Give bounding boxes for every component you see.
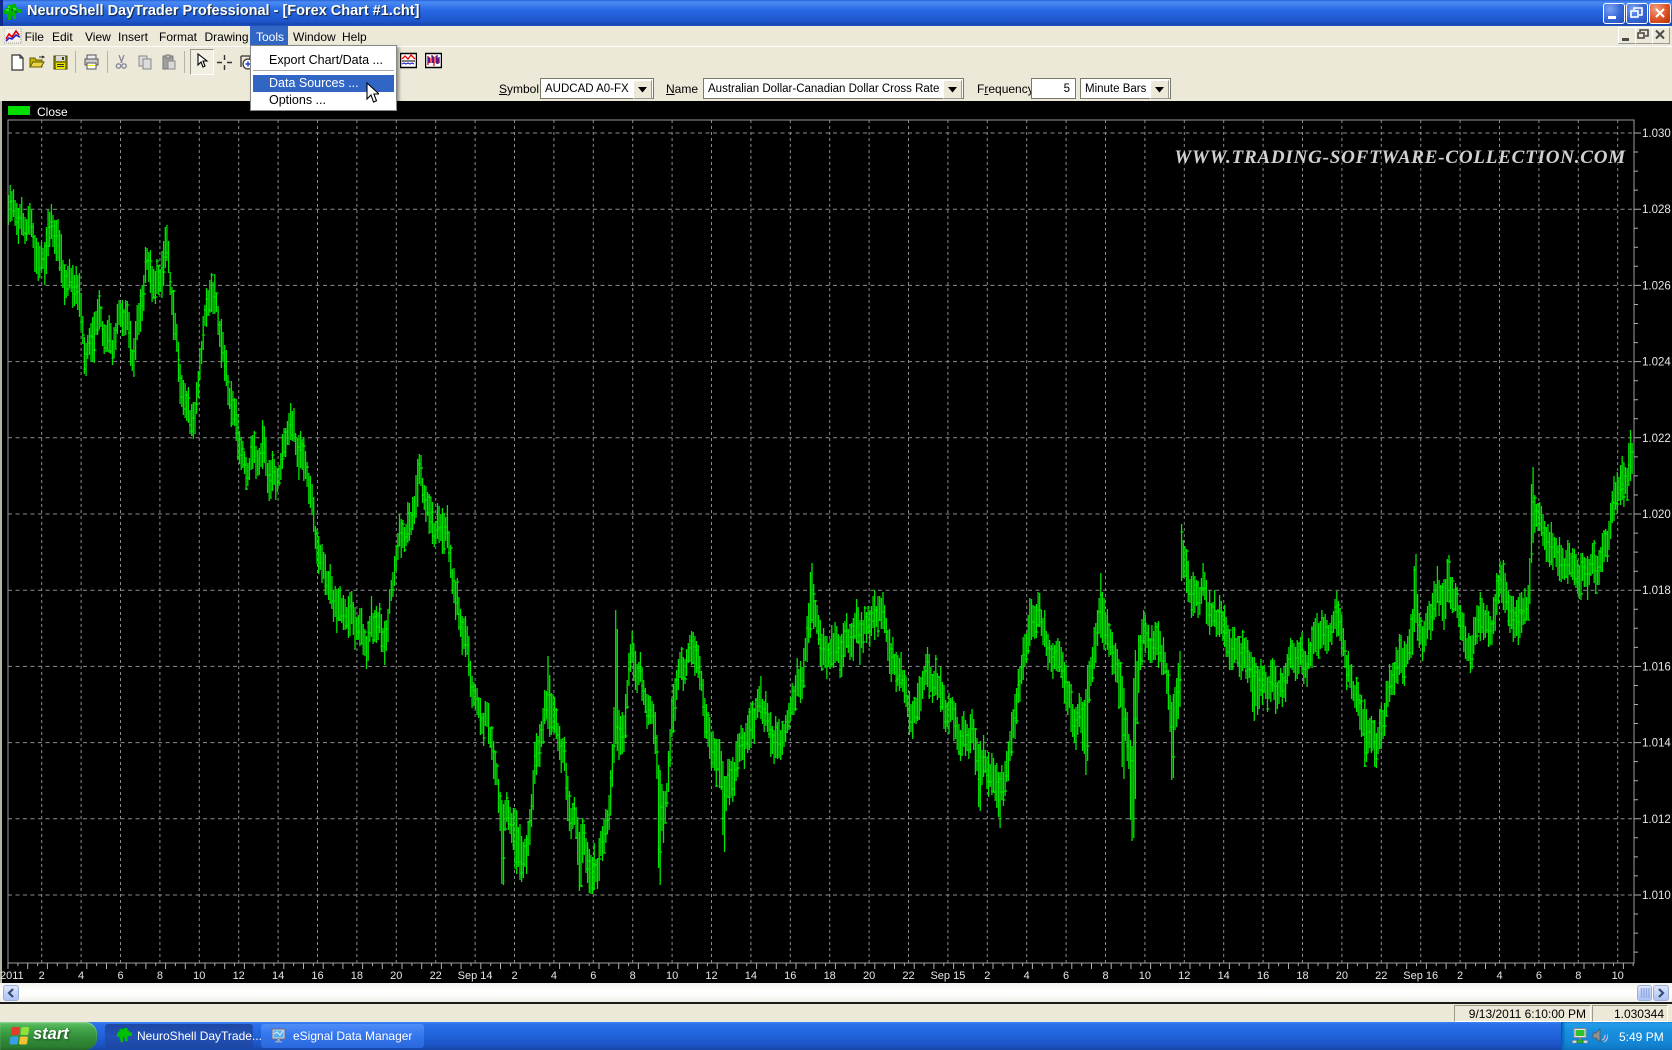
svg-text:2: 2 bbox=[39, 970, 45, 982]
svg-text:WWW.TRADING-SOFTWARE-COLLECTIO: WWW.TRADING-SOFTWARE-COLLECTION.COM bbox=[1174, 147, 1626, 168]
svg-text:8: 8 bbox=[157, 970, 163, 982]
svg-text:Close: Close bbox=[37, 105, 68, 119]
svg-text:22: 22 bbox=[1375, 970, 1387, 982]
svg-text:8: 8 bbox=[1102, 970, 1108, 982]
svg-text:1.022: 1.022 bbox=[1642, 433, 1671, 445]
svg-text:20: 20 bbox=[863, 970, 875, 982]
svg-text:2: 2 bbox=[511, 970, 517, 982]
svg-text:10: 10 bbox=[666, 970, 678, 982]
svg-text:6: 6 bbox=[1063, 970, 1069, 982]
svg-text:1.010: 1.010 bbox=[1642, 890, 1671, 902]
svg-text:4: 4 bbox=[78, 970, 84, 982]
svg-text:12: 12 bbox=[1178, 970, 1190, 982]
svg-text:1.030: 1.030 bbox=[1642, 128, 1671, 140]
svg-text:6: 6 bbox=[1536, 970, 1542, 982]
svg-text:1.026: 1.026 bbox=[1642, 280, 1671, 292]
svg-text:4: 4 bbox=[1496, 970, 1502, 982]
svg-text:18: 18 bbox=[824, 970, 836, 982]
svg-text:14: 14 bbox=[745, 970, 757, 982]
svg-text:10: 10 bbox=[193, 970, 205, 982]
svg-text:1.012: 1.012 bbox=[1642, 814, 1671, 826]
svg-text:6: 6 bbox=[590, 970, 596, 982]
svg-text:20: 20 bbox=[1336, 970, 1348, 982]
svg-text:16: 16 bbox=[311, 970, 323, 982]
svg-text:18: 18 bbox=[1296, 970, 1308, 982]
svg-text:1.018: 1.018 bbox=[1642, 585, 1671, 597]
svg-text:14: 14 bbox=[1218, 970, 1230, 982]
svg-text:1.016: 1.016 bbox=[1642, 661, 1671, 673]
svg-text:8: 8 bbox=[1575, 970, 1581, 982]
svg-text:6: 6 bbox=[117, 970, 123, 982]
svg-text:2: 2 bbox=[1457, 970, 1463, 982]
svg-text:Sep 16: Sep 16 bbox=[1403, 970, 1438, 982]
svg-text:4: 4 bbox=[1024, 970, 1030, 982]
svg-text:16: 16 bbox=[784, 970, 796, 982]
svg-text:14: 14 bbox=[272, 970, 284, 982]
svg-text:2: 2 bbox=[984, 970, 990, 982]
svg-text:1.014: 1.014 bbox=[1642, 738, 1671, 750]
svg-text:12: 12 bbox=[705, 970, 717, 982]
svg-text:18: 18 bbox=[351, 970, 363, 982]
svg-text:10: 10 bbox=[1612, 970, 1624, 982]
svg-text:10: 10 bbox=[1139, 970, 1151, 982]
svg-text:4: 4 bbox=[551, 970, 557, 982]
svg-text:Sep 15: Sep 15 bbox=[930, 970, 965, 982]
svg-text:12: 12 bbox=[233, 970, 245, 982]
svg-text:1.020: 1.020 bbox=[1642, 509, 1671, 521]
svg-text:1.028: 1.028 bbox=[1642, 204, 1671, 216]
svg-text:16: 16 bbox=[1257, 970, 1269, 982]
svg-text:20: 20 bbox=[390, 970, 402, 982]
svg-text:2011: 2011 bbox=[0, 970, 24, 982]
svg-text:1.024: 1.024 bbox=[1642, 357, 1671, 369]
svg-text:Sep 14: Sep 14 bbox=[458, 970, 493, 982]
svg-text:8: 8 bbox=[630, 970, 636, 982]
svg-text:22: 22 bbox=[902, 970, 914, 982]
svg-text:22: 22 bbox=[430, 970, 442, 982]
